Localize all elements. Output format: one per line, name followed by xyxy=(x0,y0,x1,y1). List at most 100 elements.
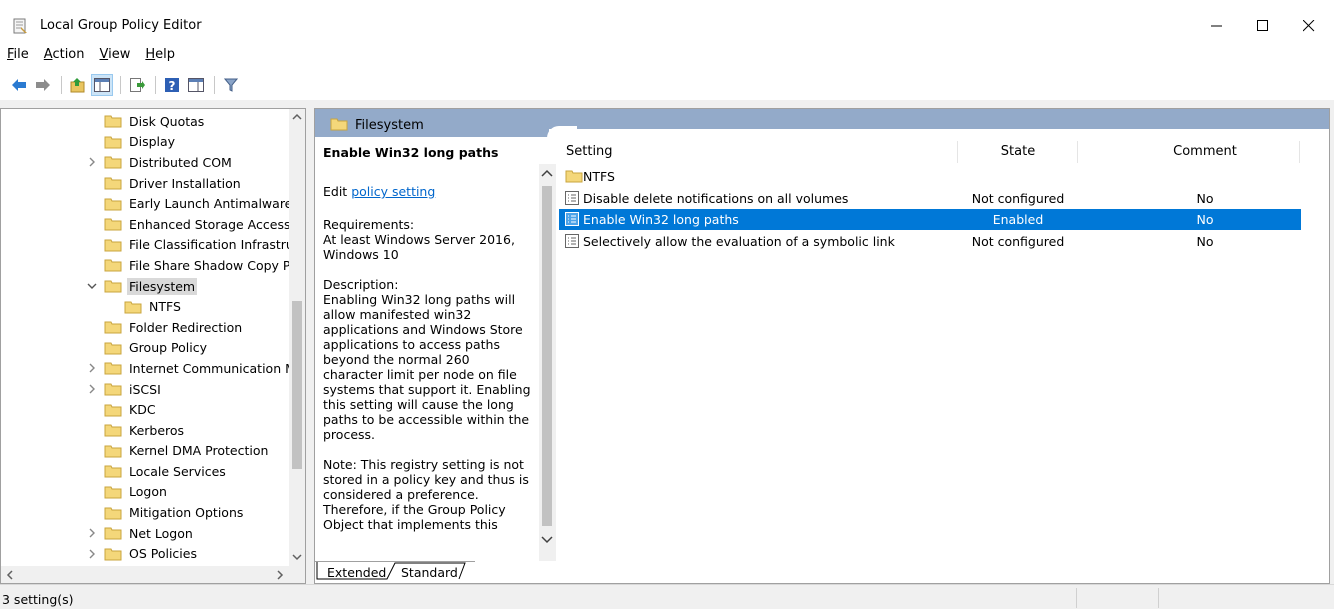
status-text: 3 setting(s) xyxy=(2,592,74,607)
setting-row[interactable]: Disable delete notifications on all volu… xyxy=(559,188,1301,209)
tree-item-label: Kerberos xyxy=(129,422,185,438)
tree-item-label: Group Policy xyxy=(129,340,207,356)
scroll-up-icon[interactable] xyxy=(292,113,302,121)
close-button[interactable] xyxy=(1286,12,1332,40)
folder-row[interactable]: NTFS xyxy=(559,166,1301,187)
details-header-title: Filesystem xyxy=(355,118,424,133)
tree-item[interactable]: Distributed COM xyxy=(1,152,289,173)
back-button[interactable] xyxy=(8,74,30,96)
details-pane: Filesystem Enable Win32 long paths Edit … xyxy=(314,108,1330,584)
tree-scroll-thumb[interactable] xyxy=(292,301,302,469)
chevron-right-icon[interactable] xyxy=(86,362,98,374)
minimize-button[interactable] xyxy=(1194,12,1240,40)
tree-item[interactable]: Folder Redirection xyxy=(1,317,289,338)
folder-icon xyxy=(104,342,122,355)
setting-name: Selectively allow the evaluation of a sy… xyxy=(583,233,895,249)
folder-icon xyxy=(104,115,122,128)
policy-setting-icon xyxy=(565,233,579,248)
tree-item[interactable]: Filesystem xyxy=(1,276,289,297)
setting-row[interactable]: Selectively allow the evaluation of a sy… xyxy=(559,231,1301,252)
tree-item[interactable]: File Share Shadow Copy Pr xyxy=(1,255,289,276)
column-separator[interactable] xyxy=(957,141,958,163)
description-scrollbar[interactable] xyxy=(539,164,556,564)
tree-item[interactable]: Internet Communication M xyxy=(1,358,289,379)
menu-help[interactable]: Help xyxy=(138,44,183,66)
tree-item[interactable]: Mitigation Options xyxy=(1,502,289,523)
column-separator[interactable] xyxy=(1299,141,1300,163)
tree-item[interactable]: Enhanced Storage Access xyxy=(1,214,289,235)
tree-item[interactable]: Locale Services xyxy=(1,461,289,482)
setting-name: Disable delete notifications on all volu… xyxy=(583,190,849,206)
close-icon xyxy=(1303,20,1315,32)
menu-file[interactable]: File xyxy=(0,44,37,66)
tree-item[interactable]: Early Launch Antimalware xyxy=(1,193,289,214)
tree-item[interactable]: Logon xyxy=(1,482,289,503)
menu-view[interactable]: View xyxy=(93,44,139,66)
chevron-right-icon[interactable] xyxy=(86,527,98,539)
tree-item[interactable]: Driver Installation xyxy=(1,173,289,194)
tree-item[interactable]: OS Policies xyxy=(1,543,289,563)
folder-icon xyxy=(104,198,122,211)
tree-item[interactable]: Disk Quotas xyxy=(1,111,289,132)
up-button[interactable] xyxy=(67,74,89,96)
properties-view-button[interactable] xyxy=(185,74,207,96)
filter-icon xyxy=(224,78,238,92)
folder-icon xyxy=(104,321,122,334)
title-bar: Local Group Policy Editor xyxy=(0,0,1334,40)
filter-button[interactable] xyxy=(220,74,242,96)
folder-icon xyxy=(104,177,122,190)
column-separator[interactable] xyxy=(1077,141,1078,163)
chevron-right-icon[interactable] xyxy=(86,383,98,395)
maximize-button[interactable] xyxy=(1240,12,1286,40)
tree-item[interactable]: Kernel DMA Protection xyxy=(1,441,289,462)
export-list-button[interactable] xyxy=(126,74,148,96)
tree-item-label: Net Logon xyxy=(129,525,193,541)
column-header-setting[interactable]: Setting xyxy=(566,137,956,165)
tree-vertical-scrollbar[interactable] xyxy=(289,109,305,566)
tab-standard[interactable]: Standard xyxy=(401,565,458,580)
tree-item-label: Display xyxy=(129,134,176,150)
folder-icon xyxy=(104,404,122,417)
setting-row[interactable]: Enable Win32 long paths Enabled No xyxy=(559,209,1301,230)
edit-policy-link[interactable]: policy setting xyxy=(351,184,435,199)
tree-item[interactable]: Group Policy xyxy=(1,338,289,359)
column-header-comment[interactable]: Comment xyxy=(1145,137,1265,165)
scroll-right-icon[interactable] xyxy=(276,570,284,580)
tree-item-label: OS Policies xyxy=(129,546,197,562)
tree-item[interactable]: Kerberos xyxy=(1,420,289,441)
tree-item-label: Disk Quotas xyxy=(129,113,205,129)
tab-extended[interactable]: Extended xyxy=(327,565,386,580)
menu-action[interactable]: Action xyxy=(37,44,93,66)
tree-item[interactable]: Display xyxy=(1,132,289,153)
chevron-right-icon[interactable] xyxy=(86,548,98,560)
scroll-left-icon[interactable] xyxy=(6,570,14,580)
show-hide-tree-icon xyxy=(94,78,110,92)
toolbar-separator xyxy=(214,76,215,94)
chevron-down-icon[interactable] xyxy=(86,280,98,292)
tree-item-label: File Share Shadow Copy Pr xyxy=(129,257,289,273)
tree-horizontal-scrollbar[interactable] xyxy=(1,566,305,583)
tree-item[interactable]: Net Logon xyxy=(1,523,289,544)
tree-item[interactable]: File Classification Infrastruc xyxy=(1,235,289,256)
tree-item[interactable]: NTFS xyxy=(1,296,289,317)
folder-icon xyxy=(104,280,122,293)
tree-item-label: NTFS xyxy=(149,299,181,315)
scroll-up-icon[interactable] xyxy=(541,169,553,177)
description-scroll-thumb[interactable] xyxy=(542,186,552,526)
setting-name: NTFS xyxy=(583,169,615,184)
column-header-state[interactable]: State xyxy=(959,137,1077,165)
tree-item[interactable]: iSCSI xyxy=(1,379,289,400)
tree-pane: Disk Quotas Display Distributed COM Driver … xyxy=(0,108,306,584)
scroll-down-icon[interactable] xyxy=(541,536,553,544)
forward-button[interactable] xyxy=(32,74,54,96)
tree-item-label: Early Launch Antimalware xyxy=(129,196,289,212)
scroll-down-icon[interactable] xyxy=(292,553,302,561)
show-hide-tree-button[interactable] xyxy=(91,74,113,96)
chevron-right-icon[interactable] xyxy=(86,156,98,168)
tree-item[interactable]: KDC xyxy=(1,399,289,420)
tree-item-label: File Classification Infrastruc xyxy=(129,237,289,253)
tree-item-label: Enhanced Storage Access xyxy=(129,216,289,232)
help-button[interactable]: ? xyxy=(161,74,183,96)
folder-icon xyxy=(104,383,122,396)
details-header-tab xyxy=(315,109,549,137)
